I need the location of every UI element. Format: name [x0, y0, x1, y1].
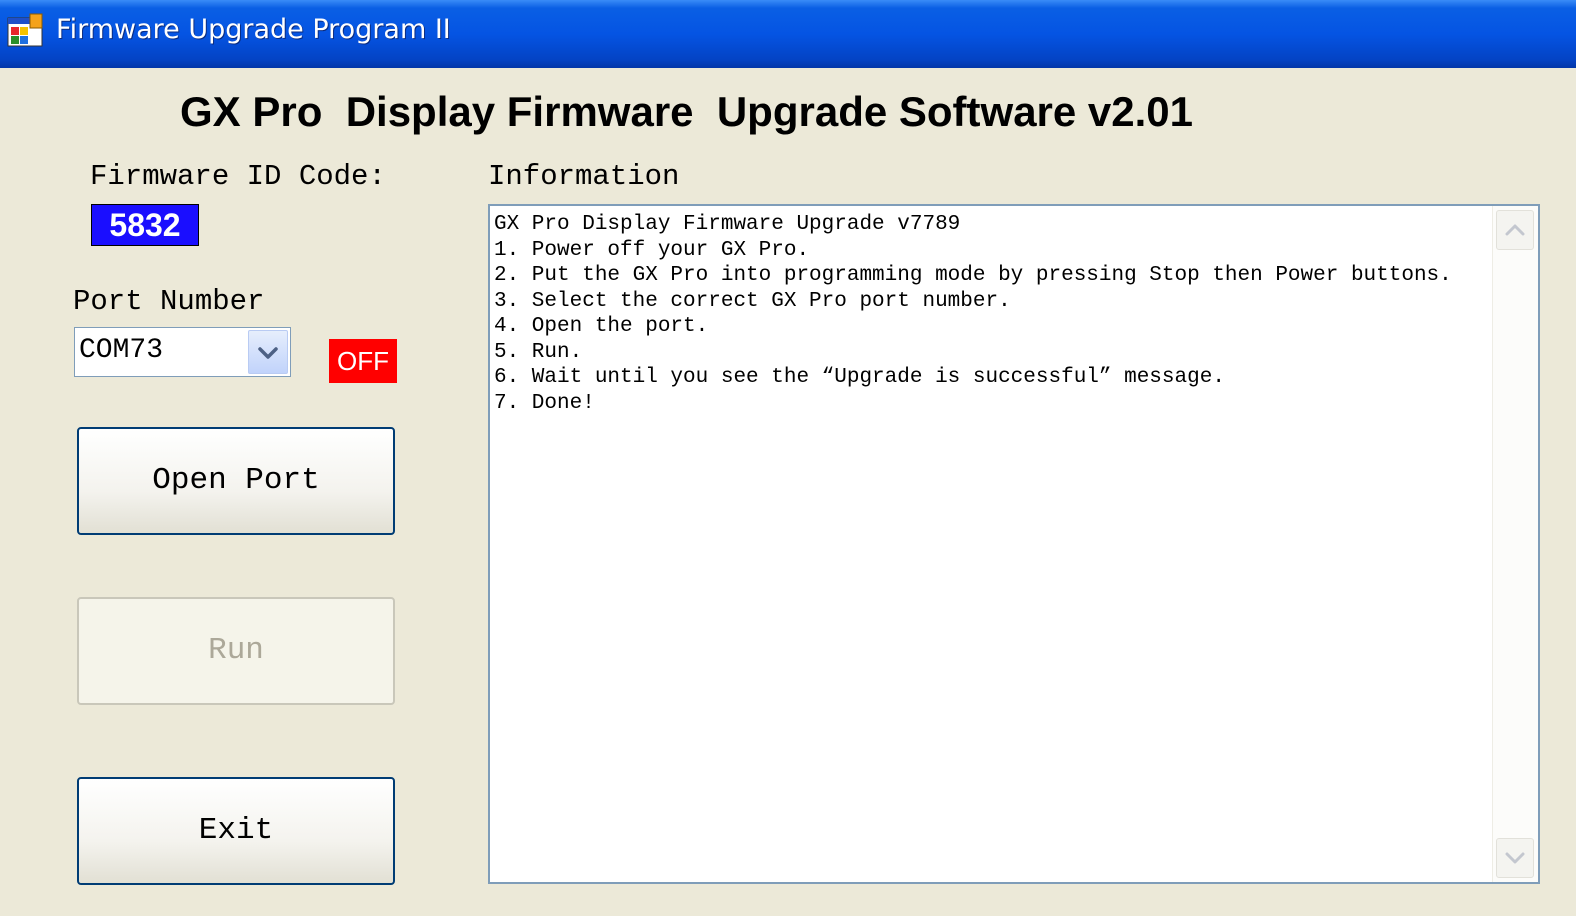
info-line: 4. Open the port.	[494, 315, 709, 338]
firmware-id-code: 5832	[91, 204, 199, 246]
run-button[interactable]: Run	[77, 597, 395, 705]
title-bar: Firmware Upgrade Program II	[0, 0, 1576, 68]
chevron-up-icon	[1505, 224, 1525, 236]
port-select-value: COM73	[79, 335, 164, 366]
port-number-label: Port Number	[73, 285, 265, 318]
information-textbox[interactable]: GX Pro Display Firmware Upgrade v7789 1.…	[488, 204, 1540, 884]
info-line: 1. Power off your GX Pro.	[494, 238, 810, 262]
info-line: 6. Wait until you see the “Upgrade is su…	[494, 366, 1225, 389]
firmware-id-label: Firmware ID Code:	[90, 160, 386, 193]
info-line: GX Pro Display Firmware Upgrade v7789	[494, 213, 961, 236]
scroll-up-button[interactable]	[1496, 210, 1534, 250]
open-port-button[interactable]: Open Port	[77, 427, 395, 535]
vertical-scrollbar[interactable]	[1492, 206, 1538, 882]
info-line: 3. Select the correct GX Pro port number…	[494, 289, 1011, 313]
window-title: Firmware Upgrade Program II	[56, 14, 451, 45]
port-status-badge: OFF	[329, 339, 397, 383]
info-line: 7. Done!	[494, 391, 595, 415]
scroll-down-button[interactable]	[1496, 838, 1534, 878]
information-label: Information	[488, 160, 680, 193]
app-window-icon[interactable]	[6, 12, 44, 48]
exit-button[interactable]: Exit	[77, 777, 395, 885]
port-select[interactable]: COM73	[74, 327, 291, 377]
page-title: GX Pro Display Firmware Upgrade Software…	[180, 88, 1194, 135]
information-lines: GX Pro Display Firmware Upgrade v7789 1.…	[494, 212, 1452, 416]
info-line: 2. Put the GX Pro into programming mode …	[494, 264, 1452, 287]
chevron-down-icon[interactable]	[248, 330, 288, 374]
chevron-down-icon	[1505, 852, 1525, 864]
info-line: 5. Run.	[494, 340, 583, 364]
